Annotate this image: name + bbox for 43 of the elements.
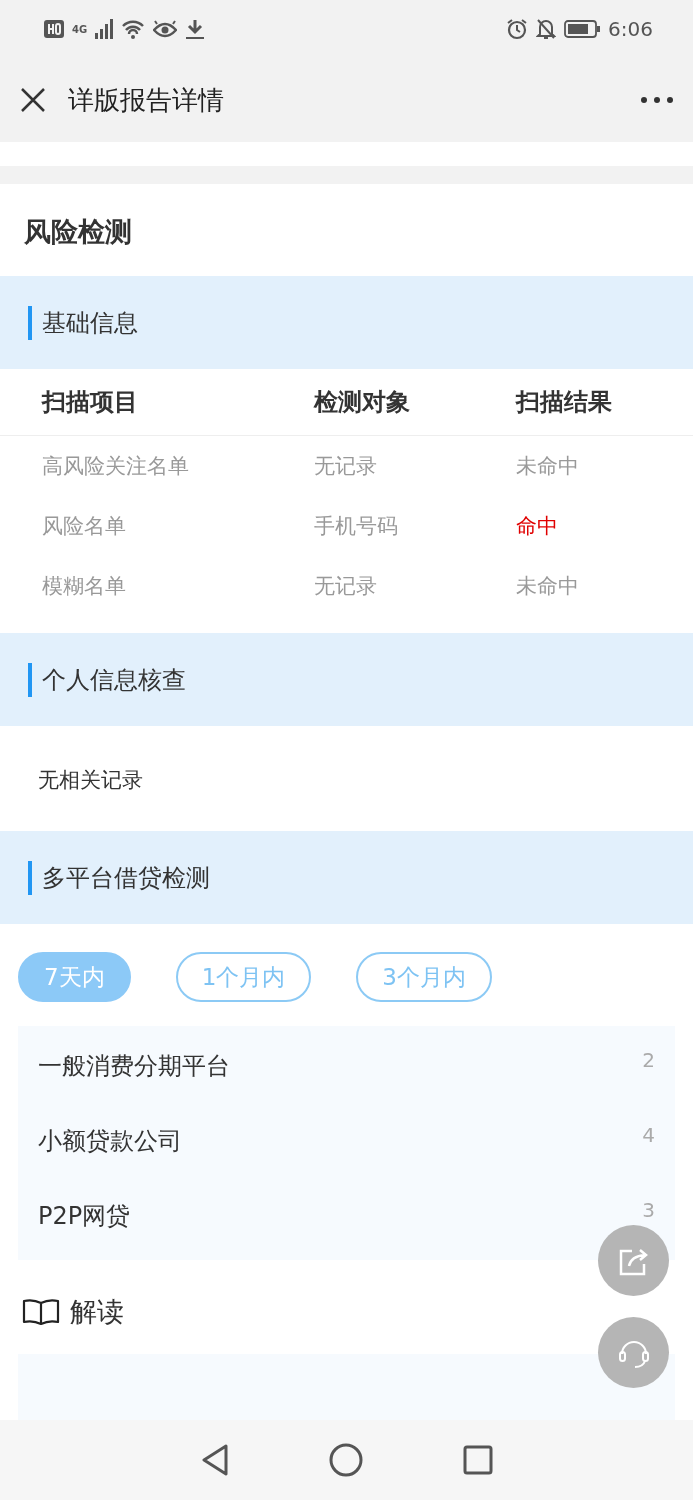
platform-name: P2P网贷 <box>38 1200 131 1232</box>
wifi-icon <box>121 19 146 39</box>
muted-bell-icon <box>536 18 557 40</box>
home-icon[interactable] <box>328 1443 363 1477</box>
table-cell-text: 未命中 <box>516 453 580 480</box>
table-cell-text: 手机号码 <box>314 513 399 540</box>
column-header: 扫描项目 <box>42 387 139 418</box>
column-header: 检测对象 <box>314 387 411 418</box>
platform-count: 2 <box>642 1048 655 1072</box>
table-cell-text: 模糊名单 <box>42 573 127 600</box>
interpretation-title: 解读 <box>70 1295 124 1329</box>
book-icon <box>22 1298 60 1326</box>
table-cell-text: 未命中 <box>516 573 580 600</box>
platform-count: 3 <box>642 1198 655 1222</box>
recents-icon[interactable] <box>462 1445 493 1475</box>
signal-icon <box>95 19 114 39</box>
download-icon <box>185 19 206 39</box>
platform-count: 4 <box>642 1123 655 1147</box>
table-cell-text: 命中 <box>516 513 559 540</box>
alarm-icon <box>506 18 529 40</box>
platform-name: 一般消费分期平台 <box>38 1050 230 1082</box>
more-icon[interactable] <box>641 97 673 103</box>
section-title: 个人信息核查 <box>42 664 186 696</box>
hd-icon <box>44 20 64 38</box>
period-tab[interactable]: 3个月内 <box>356 952 492 1002</box>
clock-time: 6:06 <box>608 17 653 41</box>
table-cell-text: 无记录 <box>314 453 378 480</box>
empty-message: 无相关记录 <box>37 767 144 794</box>
battery-icon <box>564 20 601 38</box>
back-icon[interactable] <box>200 1444 229 1476</box>
close-icon[interactable] <box>20 87 46 113</box>
table-cell-text: 无记录 <box>314 573 378 600</box>
table-cell-text: 高风险关注名单 <box>42 453 190 480</box>
column-header: 扫描结果 <box>516 387 613 418</box>
section-title: 多平台借贷检测 <box>42 862 210 894</box>
page-title: 详版报告详情 <box>68 83 225 117</box>
section-title: 基础信息 <box>42 307 138 339</box>
table-cell-text: 风险名单 <box>42 513 127 540</box>
eye-icon <box>153 20 178 38</box>
platform-name: 小额贷款公司 <box>38 1125 182 1157</box>
period-tab[interactable]: 1个月内 <box>175 952 312 1002</box>
period-tab[interactable]: 7天内 <box>18 952 131 1002</box>
network-type: 4G <box>72 23 88 35</box>
